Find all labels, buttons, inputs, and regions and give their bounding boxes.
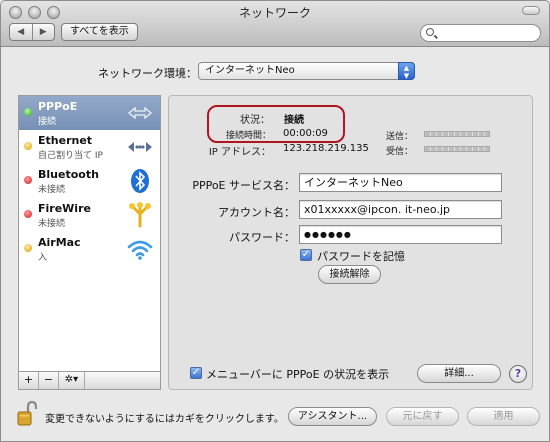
toolbar-toggle-button[interactable] xyxy=(522,6,540,15)
service-item-bluetooth[interactable]: Bluetooth 未接続 xyxy=(19,164,160,198)
toolbar: ネットワーク ◀ ▶ すべてを表示 xyxy=(1,1,549,47)
window-title: ネットワーク xyxy=(238,6,311,20)
remove-service-button[interactable]: − xyxy=(39,372,59,389)
account-name-label: アカウント名： xyxy=(218,206,295,219)
status-value: 接続 xyxy=(284,115,304,126)
password-field[interactable]: ●●●●●● xyxy=(299,225,502,244)
service-list: PPPoE 接続 Ethernet 自己割り当て IP Bluetooth 未接… xyxy=(18,95,161,372)
service-name: Ethernet xyxy=(38,134,93,147)
show-all-button[interactable]: すべてを表示 xyxy=(61,23,138,41)
assistant-button[interactable]: アシスタント... xyxy=(288,407,377,426)
environment-select[interactable]: インターネットNeo ▲ ▼ xyxy=(198,62,415,80)
account-name-field[interactable]: x01xxxxx@ipcon. it-neo.jp xyxy=(299,200,502,219)
service-name-label: PPPoE サービス名： xyxy=(192,179,295,192)
service-status: 入 xyxy=(38,253,48,263)
apply-button[interactable]: 適用 xyxy=(467,407,540,426)
service-status: 未接続 xyxy=(38,185,66,195)
status-label: 状況： xyxy=(240,115,270,126)
bluetooth-icon xyxy=(131,169,149,193)
gear-menu-button[interactable]: ✲▾ xyxy=(59,372,85,389)
select-arrows-icon: ▲ ▼ xyxy=(398,62,415,80)
search-icon xyxy=(426,28,434,36)
service-item-firewire[interactable]: FireWire 未接続 xyxy=(19,198,160,232)
ip-address-label: IP アドレス： xyxy=(208,147,271,158)
environment-value: インターネットNeo xyxy=(205,65,295,76)
network-preferences-window: ネットワーク ◀ ▶ すべてを表示 ネットワーク環境： インターネットNeo ▲… xyxy=(0,0,550,442)
service-status: 自己割り当て IP xyxy=(38,151,103,161)
revert-button[interactable]: 元に戻す xyxy=(386,407,459,426)
forward-button[interactable]: ▶ xyxy=(33,24,55,40)
service-item-pppoe[interactable]: PPPoE 接続 xyxy=(19,96,160,130)
status-dot-icon xyxy=(24,142,32,150)
back-forward-control: ◀ ▶ xyxy=(9,23,55,41)
show-status-in-menubar-checkbox[interactable]: ✓ xyxy=(190,367,202,379)
service-name: PPPoE xyxy=(38,100,78,113)
remember-password-label: パスワードを記憶 xyxy=(317,250,405,263)
service-list-toolbar: + − ✲▾ xyxy=(18,372,161,390)
sent-label: 送信： xyxy=(385,132,413,142)
back-button[interactable]: ◀ xyxy=(10,24,33,40)
status-dot-icon xyxy=(24,108,32,116)
status-dot-icon xyxy=(24,244,32,252)
disconnect-button[interactable]: 接続解除 xyxy=(318,265,381,284)
received-activity-meter xyxy=(424,146,490,152)
remember-password-checkbox[interactable]: ✓ xyxy=(300,249,312,261)
search-input[interactable] xyxy=(420,24,541,42)
connect-time-label: 接続時間： xyxy=(225,131,271,141)
show-status-in-menubar-label: メニューバーに PPPoE の状況を表示 xyxy=(206,368,390,381)
status-dot-icon xyxy=(24,210,32,218)
status-dot-icon xyxy=(24,176,32,184)
pppoe-arrows-icon xyxy=(127,106,153,120)
details-button[interactable]: 詳細... xyxy=(417,364,501,383)
wifi-icon xyxy=(127,240,153,260)
service-status: 接続 xyxy=(38,117,57,127)
ethernet-arrows-icon xyxy=(128,142,152,152)
lock-icon[interactable] xyxy=(17,401,37,427)
add-service-button[interactable]: + xyxy=(19,372,39,389)
lock-hint-text: 変更できないようにするにはカギをクリックします。 xyxy=(45,414,284,425)
service-status: 未接続 xyxy=(38,219,66,229)
password-label: パスワード： xyxy=(229,231,295,244)
firewire-icon xyxy=(129,202,151,228)
service-item-airmac[interactable]: AirMac 入 xyxy=(19,232,160,266)
help-button[interactable]: ? xyxy=(509,365,527,383)
connect-time-value: 00:00:09 xyxy=(283,128,328,139)
ip-address-value: 123.218.219.135 xyxy=(283,143,369,154)
service-name: AirMac xyxy=(38,236,81,249)
environment-label: ネットワーク環境： xyxy=(98,67,197,80)
received-label: 受信： xyxy=(385,147,413,157)
service-name: FireWire xyxy=(38,202,91,215)
service-name: Bluetooth xyxy=(38,168,99,181)
service-item-ethernet[interactable]: Ethernet 自己割り当て IP xyxy=(19,130,160,164)
service-name-field[interactable]: インターネットNeo xyxy=(299,173,502,192)
sent-activity-meter xyxy=(424,131,490,137)
